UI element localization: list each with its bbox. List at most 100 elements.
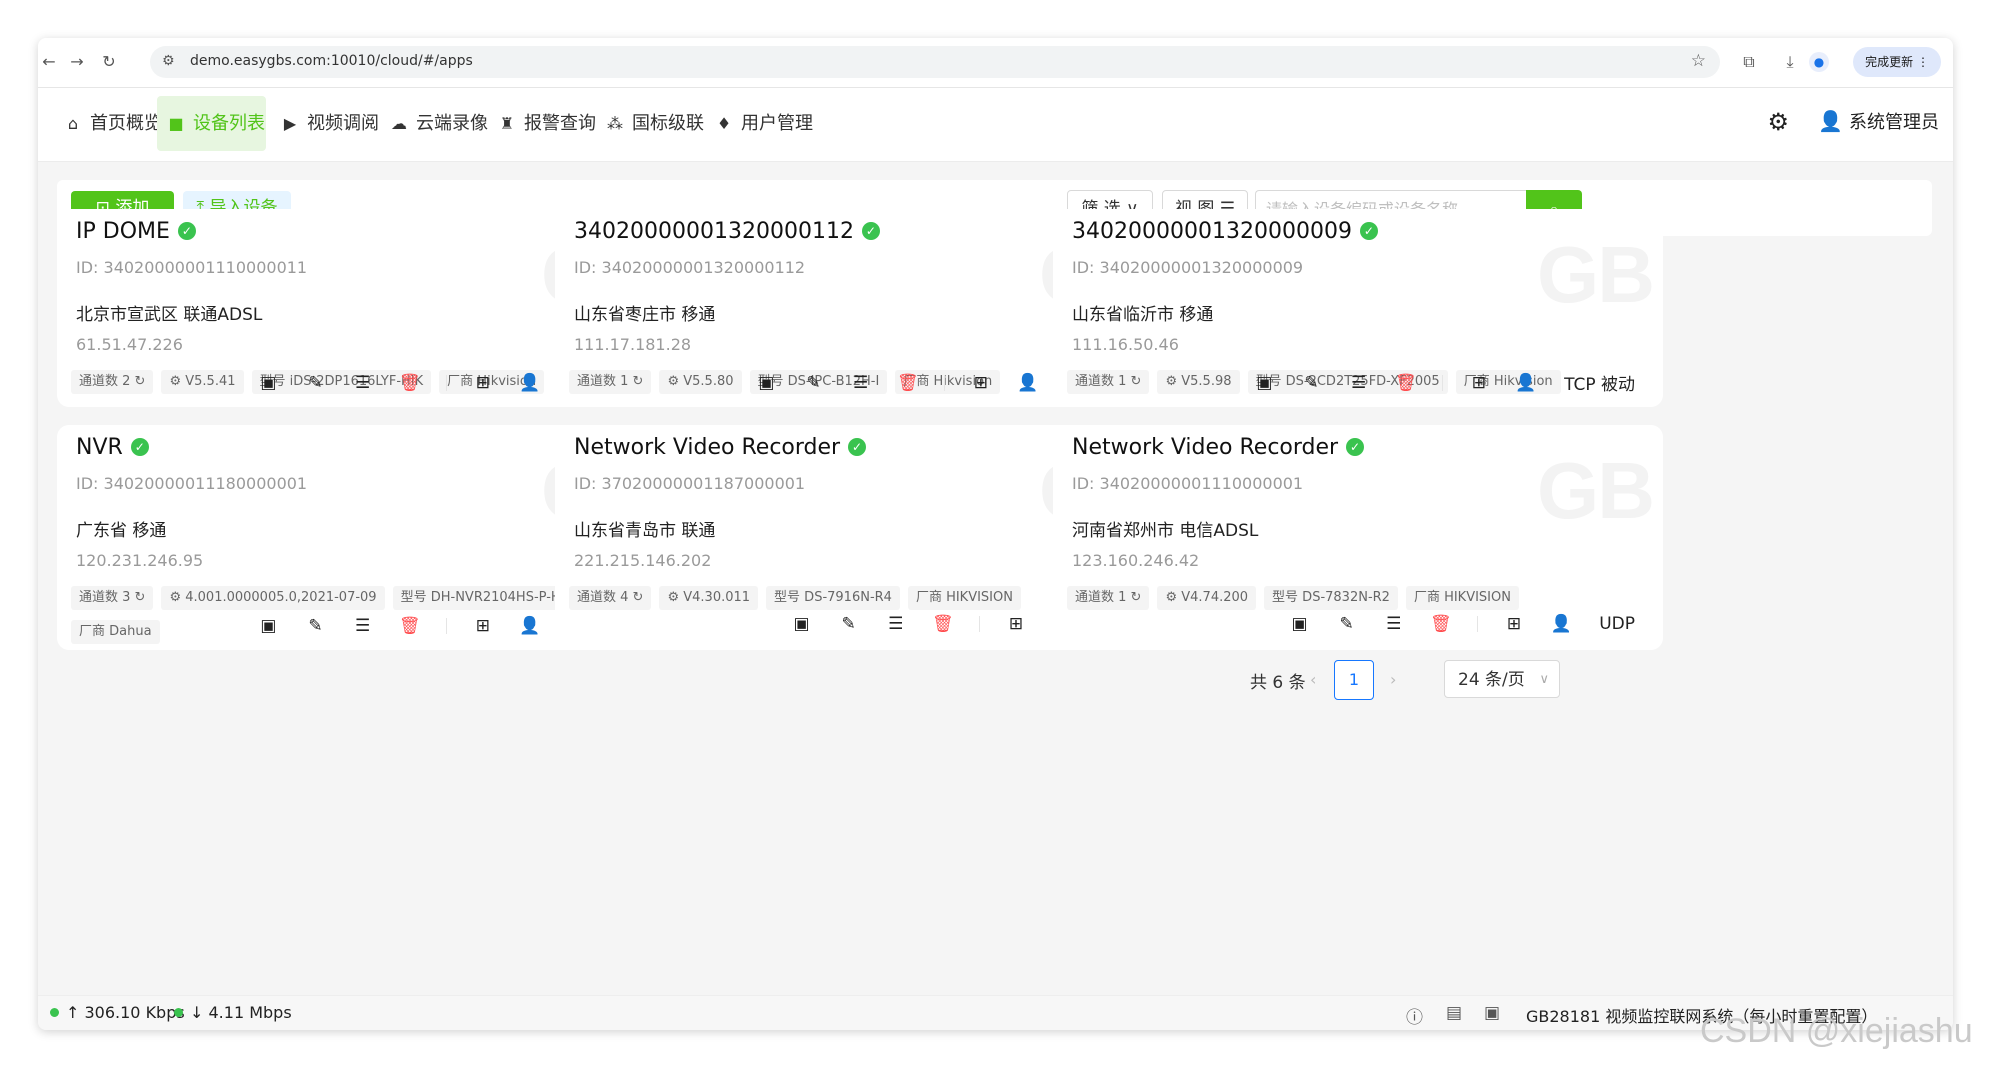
user-assign-icon[interactable]: 👤 — [1550, 614, 1572, 634]
delete-icon[interactable]: 🗑 — [399, 373, 421, 393]
forward-icon[interactable]: → — [66, 51, 88, 73]
update-button[interactable]: 完成更新 ⋮ — [1853, 47, 1941, 77]
back-icon[interactable]: ← — [38, 51, 60, 73]
nav-item-cascade[interactable]: ⁂ 国标级联 — [596, 96, 714, 151]
edit-icon[interactable]: ✎ — [838, 614, 860, 634]
user-menu[interactable]: 👤 系统管理员 — [1818, 108, 1939, 134]
device-location: 山东省枣庄市 移通 — [574, 305, 716, 325]
delete-icon[interactable]: 🗑 — [1430, 614, 1452, 634]
edit-icon[interactable]: ✎ — [803, 373, 825, 393]
play-video-icon[interactable]: ▣ — [1289, 614, 1311, 634]
prev-page-icon[interactable]: ‹ — [1310, 670, 1316, 689]
device-tag: 型号 DS-7916N-R4 — [766, 586, 900, 610]
online-check-icon: ✓ — [1346, 438, 1365, 456]
site-settings-icon[interactable]: ⚙ — [162, 53, 175, 69]
details-icon[interactable]: ☰ — [1348, 373, 1370, 393]
edit-icon[interactable]: ✎ — [1336, 614, 1358, 634]
play-video-icon[interactable]: ▣ — [257, 373, 279, 393]
nav-item-cloud-record[interactable]: ☁ 云端录像 — [380, 96, 498, 151]
edit-icon[interactable]: ✎ — [305, 616, 327, 636]
nav-item-video[interactable]: ▶ 视频调阅 — [271, 96, 389, 151]
online-check-icon: ✓ — [861, 222, 880, 240]
channels-grid-icon[interactable]: ⊞ — [970, 373, 992, 393]
delete-icon[interactable]: 🗑 — [932, 614, 954, 634]
online-check-icon: ✓ — [130, 438, 149, 456]
details-icon[interactable]: ☰ — [850, 373, 872, 393]
device-tag: 通道数 1 ↻ — [569, 370, 652, 394]
nav-label: 首页概览 — [90, 113, 162, 134]
edit-icon[interactable]: ✎ — [305, 373, 327, 393]
delete-icon[interactable]: 🗑 — [399, 616, 421, 636]
edit-icon[interactable]: ✎ — [1301, 373, 1323, 393]
details-icon[interactable]: ☰ — [1383, 614, 1405, 634]
api-icon[interactable]: ▣ — [1484, 1003, 1500, 1023]
url-text[interactable]: demo.easygbs.com:10010/cloud/#/apps — [190, 53, 473, 69]
shirt-icon: ♦ — [716, 114, 732, 133]
device-name[interactable]: 34020000001320000112 ✓ — [574, 219, 880, 244]
help-icon[interactable]: ⓘ — [1406, 1003, 1423, 1028]
play-video-icon[interactable]: ▣ — [1253, 373, 1275, 393]
device-name[interactable]: Network Video Recorder ✓ — [1072, 435, 1365, 460]
device-card[interactable]: GB 34020000001320000009 ✓ ID: 34020000001… — [1053, 209, 1663, 407]
play-video-icon[interactable]: ▣ — [755, 373, 777, 393]
channels-grid-icon[interactable]: ⊞ — [472, 373, 494, 393]
details-icon[interactable]: ☰ — [352, 373, 374, 393]
settings-gear-icon[interactable]: ⚙ — [1767, 108, 1789, 136]
user-assign-icon[interactable]: 👤 — [519, 616, 541, 636]
play-video-icon[interactable]: ▣ — [257, 616, 279, 636]
nav-item-alarm[interactable]: ♜ 报警查询 — [488, 96, 606, 151]
details-icon[interactable]: ☰ — [352, 616, 374, 636]
device-name[interactable]: IP DOME ✓ — [76, 219, 196, 244]
online-dot — [50, 1008, 59, 1017]
device-tag: ⚙ 4.001.0000005.0,2021-07-09 — [161, 586, 385, 610]
device-location: 北京市宣武区 联通ADSL — [76, 305, 263, 325]
nav-item-home[interactable]: ⌂ 首页概览 — [54, 96, 172, 151]
nav-item-users[interactable]: ♦ 用户管理 — [705, 96, 823, 151]
reload-icon[interactable]: ↻ — [98, 51, 120, 73]
next-page-icon[interactable]: › — [1390, 670, 1396, 689]
device-location: 山东省临沂市 移通 — [1072, 305, 1214, 325]
channels-grid-icon[interactable]: ⊞ — [1005, 614, 1027, 634]
device-name-text: Network Video Recorder — [1072, 435, 1339, 460]
address-bar[interactable]: ⚙ demo.easygbs.com:10010/cloud/#/apps ☆ — [150, 46, 1720, 78]
nav-item-device-list[interactable]: ■ 设备列表 — [157, 96, 266, 151]
device-location: 广东省 移通 — [76, 521, 167, 541]
device-name[interactable]: 34020000001320000009 ✓ — [1072, 219, 1378, 244]
user-assign-icon[interactable]: 👤 — [1017, 373, 1039, 393]
page-size-label: 24 条/页 — [1458, 670, 1525, 690]
device-protocol: TCP 被动 — [1564, 375, 1635, 395]
details-icon[interactable]: ☰ — [885, 614, 907, 634]
channels-grid-icon[interactable]: ⊞ — [472, 616, 494, 636]
tag-text: 通道数 3 — [79, 590, 131, 605]
device-name[interactable]: Network Video Recorder ✓ — [574, 435, 867, 460]
document-icon[interactable]: ▤ — [1446, 1003, 1462, 1023]
extensions-icon[interactable]: ⧉ — [1738, 51, 1760, 73]
profile-avatar-icon[interactable]: ● — [1809, 52, 1829, 72]
tag-text: V5.5.41 — [185, 374, 236, 389]
play-video-icon[interactable]: ▣ — [791, 614, 813, 634]
alarm-icon: ♜ — [499, 114, 515, 133]
download-icon[interactable]: ⤓ — [1779, 51, 1801, 73]
device-card[interactable]: GB Network Video Recorder ✓ ID: 340200000… — [1053, 425, 1663, 650]
user-assign-icon[interactable]: 👤 — [1515, 373, 1537, 393]
chip-icon: ⚙ — [1165, 374, 1182, 389]
device-name[interactable]: NVR ✓ — [76, 435, 149, 460]
tag-text: 厂商 HIKVISION — [915, 590, 1013, 605]
device-protocol: UDP — [1599, 613, 1635, 634]
refresh-icon: ↻ — [134, 374, 146, 389]
device-actions: ▣ ✎ ☰ 🗑 ⊞ 👤 UDP — [1269, 613, 1635, 639]
channels-grid-icon[interactable]: ⊞ — [1503, 614, 1525, 634]
delete-icon[interactable]: 🗑 — [1395, 373, 1417, 393]
device-tag: 通道数 4 ↻ — [569, 586, 652, 610]
divider — [943, 374, 945, 391]
delete-icon[interactable]: 🗑 — [897, 373, 919, 393]
channels-grid-icon[interactable]: ⊞ — [1468, 373, 1490, 393]
page-size-select[interactable]: 24 条/页 ∨ — [1444, 660, 1560, 698]
device-ip: 111.16.50.46 — [1072, 335, 1179, 354]
page-number-current[interactable]: 1 — [1334, 660, 1374, 700]
user-assign-icon[interactable]: 👤 — [519, 373, 541, 393]
browser-toolbar: ← → ↻ ⚙ demo.easygbs.com:10010/cloud/#/a… — [38, 38, 1953, 88]
tag-text: 型号 DS-7916N-R4 — [774, 590, 892, 605]
bookmark-star-icon[interactable]: ☆ — [1691, 51, 1706, 71]
tag-text: V5.5.98 — [1181, 374, 1232, 389]
